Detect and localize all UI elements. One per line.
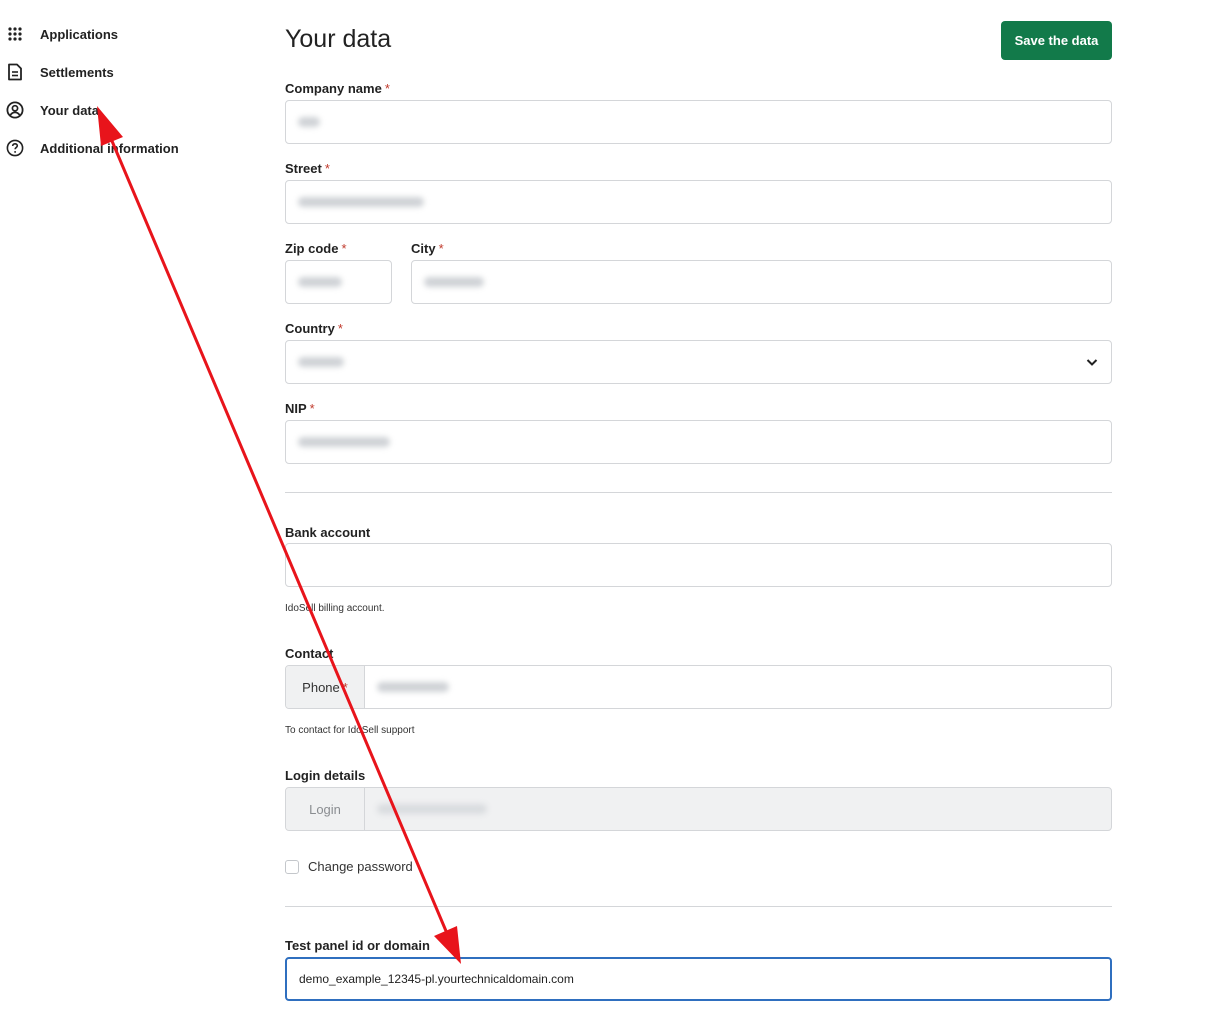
user-circle-icon xyxy=(6,101,24,119)
zip-code-label: Zip code * xyxy=(285,241,347,256)
phone-addon: Phone * xyxy=(286,666,365,708)
login-details-label: Login details xyxy=(285,768,366,783)
redacted-value xyxy=(298,437,390,447)
street-input[interactable] xyxy=(285,180,1112,224)
change-password-row[interactable]: Change password xyxy=(285,859,413,874)
redacted-value xyxy=(298,357,344,367)
redacted-value xyxy=(298,117,320,127)
help-circle-icon xyxy=(6,139,24,157)
country-select[interactable] xyxy=(285,340,1112,384)
sidebar-item-label: Additional information xyxy=(40,140,179,156)
bank-account-input[interactable] xyxy=(285,543,1112,587)
city-label: City * xyxy=(411,241,444,256)
redacted-value xyxy=(298,197,424,207)
sidebar-item-label: Settlements xyxy=(40,64,114,80)
phone-input-group: Phone * xyxy=(285,665,1112,709)
country-label: Country * xyxy=(285,321,343,336)
required-mark: * xyxy=(342,679,348,695)
change-password-label: Change password xyxy=(308,859,413,874)
change-password-checkbox[interactable] xyxy=(285,859,299,874)
contact-label: Contact xyxy=(285,646,334,661)
test-panel-input[interactable] xyxy=(285,957,1112,1001)
phone-input[interactable] xyxy=(365,666,1111,708)
company-name-input[interactable] xyxy=(285,100,1112,144)
document-icon xyxy=(6,63,24,81)
zip-code-input[interactable] xyxy=(285,260,392,304)
required-mark: * xyxy=(337,321,343,336)
city-input[interactable] xyxy=(411,260,1112,304)
apps-grid-icon xyxy=(6,25,24,43)
annotation-arrow xyxy=(97,106,461,964)
login-input xyxy=(365,788,1111,830)
section-divider xyxy=(285,906,1112,907)
chevron-down-icon xyxy=(1085,355,1099,372)
sidebar-item-applications[interactable]: Applications xyxy=(6,22,118,46)
required-mark: * xyxy=(341,241,347,256)
contact-hint: To contact for IdoSell support xyxy=(285,725,415,736)
page-title: Your data xyxy=(285,25,392,53)
sidebar-item-label: Your data xyxy=(40,102,99,118)
nip-label: NIP * xyxy=(285,401,315,416)
street-label: Street * xyxy=(285,161,330,176)
required-mark: * xyxy=(438,241,444,256)
sidebar-item-settlements[interactable]: Settlements xyxy=(6,60,114,84)
login-input-group: Login xyxy=(285,787,1112,831)
required-mark: * xyxy=(309,401,315,416)
bank-account-hint: IdoSell billing account. xyxy=(285,603,385,614)
company-name-label: Company name * xyxy=(285,81,390,96)
redacted-value xyxy=(377,804,487,814)
redacted-value xyxy=(377,682,449,692)
save-button[interactable]: Save the data xyxy=(1001,21,1112,60)
section-divider xyxy=(285,492,1112,493)
redacted-value xyxy=(298,277,342,287)
sidebar-item-additional-information[interactable]: Additional information xyxy=(6,136,179,160)
required-mark: * xyxy=(384,81,390,96)
redacted-value xyxy=(424,277,484,287)
bank-account-label: Bank account xyxy=(285,525,371,540)
test-panel-label: Test panel id or domain xyxy=(285,938,430,953)
login-addon: Login xyxy=(286,788,365,830)
nip-input[interactable] xyxy=(285,420,1112,464)
required-mark: * xyxy=(324,161,330,176)
sidebar-item-your-data[interactable]: Your data xyxy=(6,98,99,122)
sidebar-item-label: Applications xyxy=(40,26,119,42)
